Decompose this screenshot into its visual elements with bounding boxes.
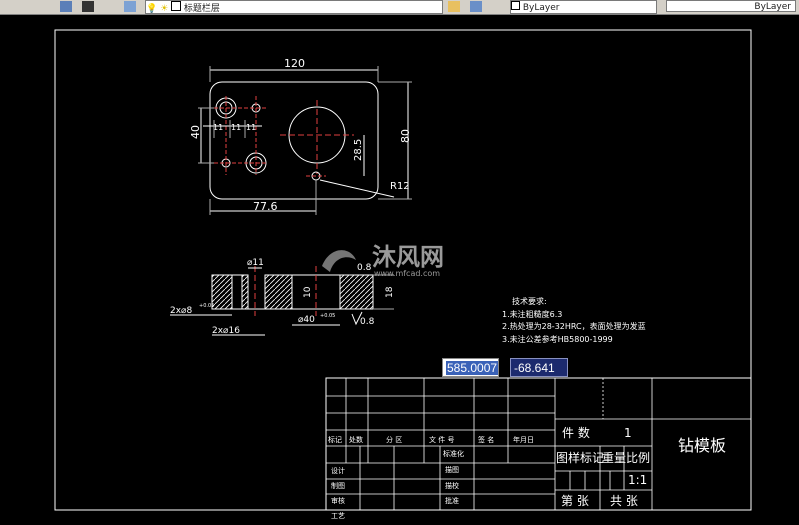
watermark-logo [322,250,356,272]
sheet-label: 第 张 [561,494,589,508]
dim-bore-tol: +0.05 [320,313,335,319]
notes-line-1: 1.未注粗糙度6.3 [502,309,562,319]
lineweight-dropdown[interactable]: ByLayer [666,0,796,12]
coordinate-x-input[interactable]: 585.0007 [442,358,499,377]
dim-small-tol: +0.05 [199,303,214,309]
layer-name: 标题栏层 [183,4,220,14]
technical-notes: 技术要求: 1.未注粗糙度6.3 2.热处理为28-32HRC，表面处理为发蓝 … [502,296,646,344]
lightbulb-icon: 💡 [146,4,158,14]
drawing-canvas[interactable]: 120 80 40 11 11 11 28.5 R12 77.6 ⌀11 0.8… [0,14,799,525]
hdr-zone: 分 区 [386,435,402,444]
lineweight-value: ByLayer [754,2,791,12]
dim-height-a: 10 [303,286,313,298]
layer-color-swatch [171,1,182,11]
coordinate-x-value: 585.0007 [446,361,499,375]
properties-toolbar: 💡 ☀ 标题栏层 ByLayer ByLayer [0,0,799,15]
coordinate-y-input[interactable]: -68.641 [510,358,568,377]
color-value: ByLayer [522,3,560,13]
dim-top-dia: ⌀11 [247,258,264,268]
color-dropdown[interactable]: ByLayer [510,0,657,14]
scale-label: 比例 [626,451,650,465]
dim-rough: 0.8 [360,317,375,327]
dim-flatness: 0.8 [357,263,372,273]
label-trace-check: 描校 [445,481,459,490]
dim-bore-height: 28.5 [353,139,364,161]
marking-label: 图样标记 [556,450,604,465]
label-drafting: 制图 [331,481,345,490]
dim-spacing-b: 11 [231,123,241,132]
count-value: 1 [624,426,632,440]
dim-spacing-c: 11 [246,123,256,132]
hdr-mark: 标记 [328,435,342,444]
layer-state-icon[interactable] [82,1,94,12]
watermark-url: www.mfcad.com [374,269,440,278]
notes-line-3: 3.未注公差参考HB5800-1999 [502,334,613,344]
notes-title: 技术要求: [512,296,547,306]
label-standard: 标准化 [443,449,464,458]
dim-width: 120 [284,57,305,70]
hdr-sign: 签 名 [478,435,494,444]
dim-bore: ⌀40 [298,315,315,325]
label-process: 工艺 [331,512,345,520]
dim-height: 80 [399,129,412,143]
watermark: 沐风网 www.mfcad.com [322,243,444,278]
plan-view: 120 80 40 11 11 11 28.5 R12 77.6 [189,57,412,215]
label-approve: 批准 [445,496,459,505]
count-label: 件 数 [562,425,590,440]
label-design: 设计 [331,466,345,475]
dim-height-b: 18 [385,286,395,298]
layer-dropdown[interactable]: 💡 ☀ 标题栏层 [145,0,443,14]
dim-hole-offset: 40 [189,125,202,139]
dim-spacing-a: 11 [213,123,223,132]
sun-icon: ☀ [160,4,169,14]
notes-line-2: 2.热处理为28-32HRC，表面处理为发蓝 [502,321,646,331]
label-trace: 描图 [445,465,459,474]
watermark-text: 沐风网 [372,243,444,271]
make-current-icon[interactable] [448,1,460,12]
label-review: 审核 [331,496,345,505]
coordinate-y-value: -68.641 [514,361,555,375]
layers-icon[interactable] [124,1,136,12]
section-view: ⌀11 0.8 2x⌀8 +0.05 2x⌀16 10 ⌀40 +0.05 18… [170,258,395,336]
layer-manager-icon[interactable] [60,1,72,12]
dim-radius: R12 [390,181,410,192]
hdr-date: 年月日 [513,435,534,444]
scale-value: 1:1 [628,473,647,487]
layer-previous-icon[interactable] [470,1,482,12]
hdr-doc-no: 文 件 号 [429,435,454,444]
weight-label: 重量 [602,451,626,465]
title-block: 标记 处数 分 区 文 件 号 签 名 年月日 设计 制图 审核 工艺 标准化 … [325,377,752,520]
total-label: 共 张 [610,494,638,508]
dim-bottom: 77.6 [253,200,278,213]
hdr-count: 处数 [349,435,363,444]
color-swatch [511,1,520,10]
drawing-title: 钻模板 [678,436,726,455]
